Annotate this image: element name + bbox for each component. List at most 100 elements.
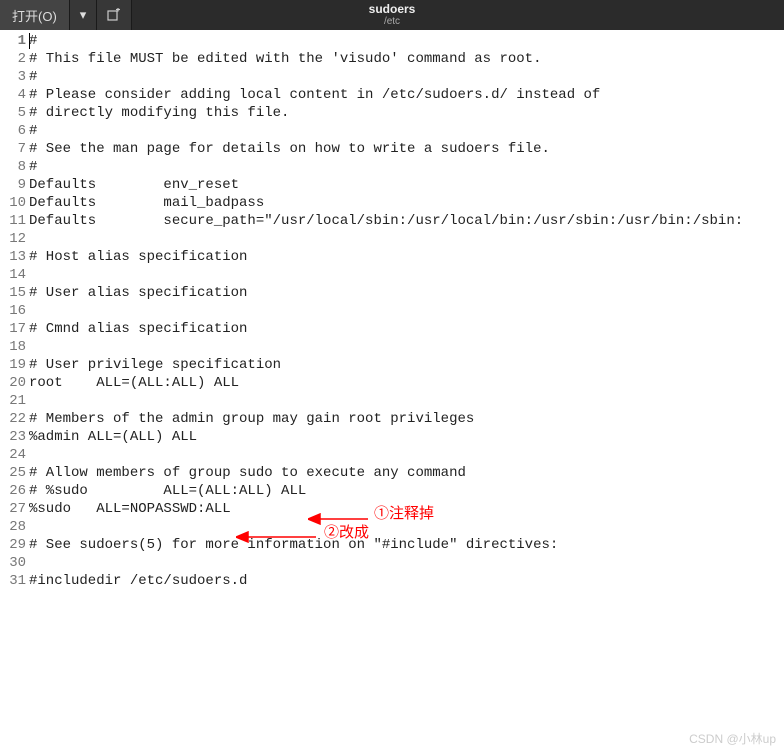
line-content[interactable]: #includedir /etc/sudoers.d (29, 572, 784, 590)
line-content[interactable] (29, 338, 784, 356)
open-dropdown-button[interactable]: ▾ (70, 0, 98, 30)
line-content[interactable]: # See sudoers(5) for more information on… (29, 536, 784, 554)
editor-area[interactable]: 1#2# This file MUST be edited with the '… (0, 30, 784, 752)
line-content[interactable]: %admin ALL=(ALL) ALL (29, 428, 784, 446)
line-number: 16 (0, 302, 29, 320)
editor-line[interactable]: 27%sudo ALL=NOPASSWD:ALL (0, 500, 784, 518)
line-number: 26 (0, 482, 29, 500)
line-content[interactable]: # (29, 68, 784, 86)
line-number: 6 (0, 122, 29, 140)
editor-line[interactable]: 10Defaults mail_badpass (0, 194, 784, 212)
editor-line[interactable]: 7# See the man page for details on how t… (0, 140, 784, 158)
line-number: 22 (0, 410, 29, 428)
line-number: 10 (0, 194, 29, 212)
line-content[interactable]: # See the man page for details on how to… (29, 140, 784, 158)
line-content[interactable]: Defaults secure_path="/usr/local/sbin:/u… (29, 212, 784, 230)
line-number: 5 (0, 104, 29, 122)
editor-line[interactable]: 21 (0, 392, 784, 410)
line-number: 2 (0, 50, 29, 68)
line-number: 9 (0, 176, 29, 194)
line-number: 23 (0, 428, 29, 446)
line-content[interactable] (29, 446, 784, 464)
line-number: 25 (0, 464, 29, 482)
editor-line[interactable]: 13# Host alias specification (0, 248, 784, 266)
line-number: 28 (0, 518, 29, 536)
new-tab-icon (107, 8, 121, 22)
editor-line[interactable]: 8# (0, 158, 784, 176)
editor-line[interactable]: 11Defaults secure_path="/usr/local/sbin:… (0, 212, 784, 230)
line-content[interactable] (29, 392, 784, 410)
line-content[interactable]: # Allow members of group sudo to execute… (29, 464, 784, 482)
line-number: 30 (0, 554, 29, 572)
line-number: 7 (0, 140, 29, 158)
line-content[interactable] (29, 518, 784, 536)
line-number: 11 (0, 212, 29, 230)
line-content[interactable]: # (29, 158, 784, 176)
line-content[interactable]: # User alias specification (29, 284, 784, 302)
chevron-down-icon: ▾ (80, 7, 87, 23)
titlebar: 打开(O) ▾ sudoers /etc (0, 0, 784, 30)
line-number: 19 (0, 356, 29, 374)
line-content[interactable]: # directly modifying this file. (29, 104, 784, 122)
editor-line[interactable]: 2# This file MUST be edited with the 'vi… (0, 50, 784, 68)
line-content[interactable]: Defaults env_reset (29, 176, 784, 194)
line-content[interactable]: # Please consider adding local content i… (29, 86, 784, 104)
editor-line[interactable]: 28 (0, 518, 784, 536)
open-button[interactable]: 打开(O) (0, 0, 70, 30)
line-content[interactable]: # (29, 122, 784, 140)
editor-line[interactable]: 24 (0, 446, 784, 464)
line-content[interactable]: # This file MUST be edited with the 'vis… (29, 50, 784, 68)
editor-line[interactable]: 26# %sudo ALL=(ALL:ALL) ALL (0, 482, 784, 500)
editor-line[interactable]: 29# See sudoers(5) for more information … (0, 536, 784, 554)
editor-line[interactable]: 12 (0, 230, 784, 248)
editor-line[interactable]: 23%admin ALL=(ALL) ALL (0, 428, 784, 446)
editor-line[interactable]: 1# (0, 32, 784, 50)
editor-line[interactable]: 5# directly modifying this file. (0, 104, 784, 122)
line-number: 15 (0, 284, 29, 302)
editor-line[interactable]: 6# (0, 122, 784, 140)
line-number: 24 (0, 446, 29, 464)
line-number: 20 (0, 374, 29, 392)
title-filename: sudoers (369, 3, 416, 16)
line-number: 13 (0, 248, 29, 266)
open-button-label: 打开(O) (12, 6, 57, 25)
line-content[interactable]: Defaults mail_badpass (29, 194, 784, 212)
line-content[interactable]: %sudo ALL=NOPASSWD:ALL (29, 500, 784, 518)
editor-line[interactable]: 19# User privilege specification (0, 356, 784, 374)
line-number: 21 (0, 392, 29, 410)
line-content[interactable] (29, 302, 784, 320)
editor-line[interactable]: 25# Allow members of group sudo to execu… (0, 464, 784, 482)
editor-line[interactable]: 3# (0, 68, 784, 86)
editor-line[interactable]: 31#includedir /etc/sudoers.d (0, 572, 784, 590)
line-number: 18 (0, 338, 29, 356)
editor-line[interactable]: 9Defaults env_reset (0, 176, 784, 194)
editor-line[interactable]: 20root ALL=(ALL:ALL) ALL (0, 374, 784, 392)
line-number: 4 (0, 86, 29, 104)
line-number: 8 (0, 158, 29, 176)
line-number: 3 (0, 68, 29, 86)
editor-line[interactable]: 14 (0, 266, 784, 284)
new-tab-button[interactable] (97, 0, 132, 30)
editor-line[interactable]: 16 (0, 302, 784, 320)
line-content[interactable]: # (29, 32, 784, 50)
line-content[interactable]: # %sudo ALL=(ALL:ALL) ALL (29, 482, 784, 500)
line-content[interactable]: # Cmnd alias specification (29, 320, 784, 338)
line-number: 12 (0, 230, 29, 248)
line-content[interactable]: # Members of the admin group may gain ro… (29, 410, 784, 428)
editor-line[interactable]: 22# Members of the admin group may gain … (0, 410, 784, 428)
line-content[interactable]: # Host alias specification (29, 248, 784, 266)
title-path: /etc (384, 16, 400, 27)
line-number: 31 (0, 572, 29, 590)
line-content[interactable]: # User privilege specification (29, 356, 784, 374)
line-content[interactable] (29, 554, 784, 572)
line-content[interactable]: root ALL=(ALL:ALL) ALL (29, 374, 784, 392)
editor-line[interactable]: 17# Cmnd alias specification (0, 320, 784, 338)
line-content[interactable] (29, 266, 784, 284)
editor-line[interactable]: 4# Please consider adding local content … (0, 86, 784, 104)
line-number: 17 (0, 320, 29, 338)
editor-line[interactable]: 30 (0, 554, 784, 572)
editor-line[interactable]: 18 (0, 338, 784, 356)
editor-line[interactable]: 15# User alias specification (0, 284, 784, 302)
line-content[interactable] (29, 230, 784, 248)
line-number: 29 (0, 536, 29, 554)
